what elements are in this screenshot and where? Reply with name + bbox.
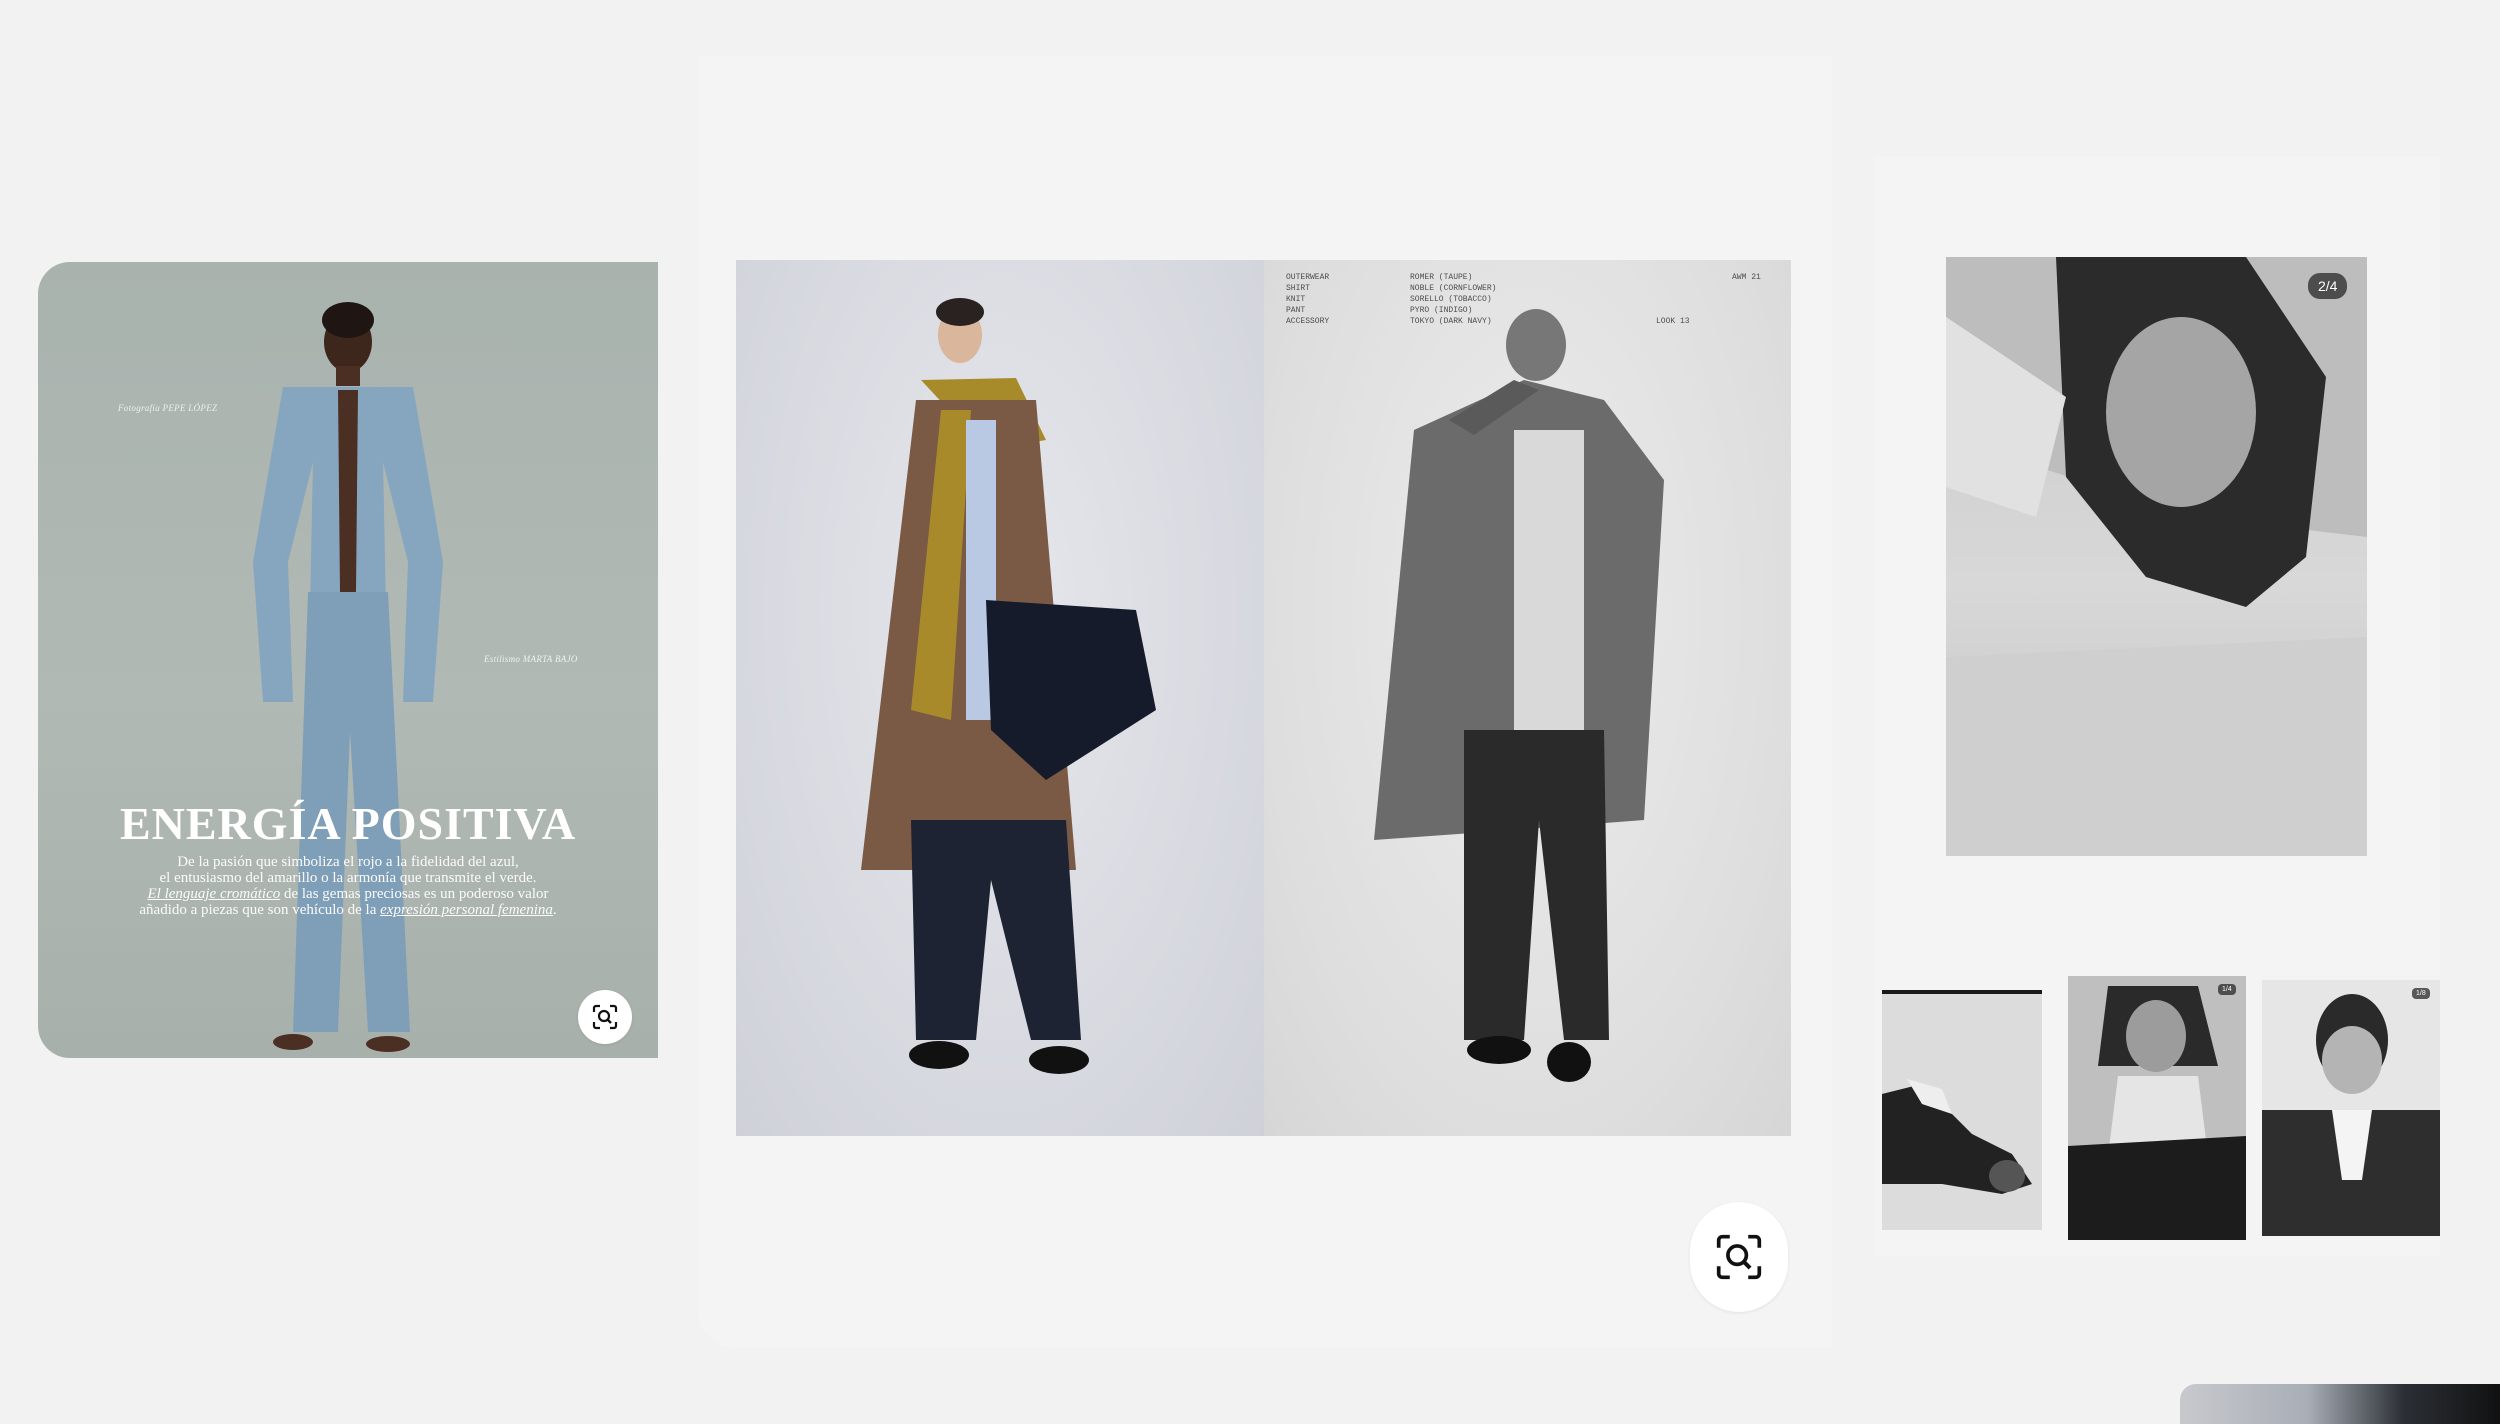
- deck-line: De la pasión que simboliza el rojo a la …: [177, 854, 519, 870]
- garment-spec-values: ROMER (TAUPE) NOBLE (CORNFLOWER) SORELLO…: [1410, 273, 1497, 326]
- thumbnail-count-badge: 1/8: [2412, 988, 2430, 999]
- thumbnail-reclining-pose[interactable]: [1882, 990, 2042, 1230]
- reclining-figure-image: [1882, 1079, 2032, 1194]
- model-covering-face-image: [1374, 309, 1664, 1082]
- deck-emphasis: expresión personal femenina: [380, 902, 553, 918]
- visual-search-button[interactable]: [578, 990, 632, 1044]
- garment-spec-labels: OUTERWEAR SHIRT KNIT PANT ACCESSORY: [1286, 273, 1330, 326]
- deck-line: .: [552, 902, 557, 918]
- lookbook-page-left-image: [736, 260, 1264, 1136]
- visual-search-icon: [592, 1004, 618, 1030]
- model-in-brown-coat-image: [861, 298, 1156, 1074]
- photographer-credit: Fotografía PEPE LÓPEZ: [118, 403, 218, 413]
- portrait-figure-image: [1946, 257, 2367, 856]
- portrait-wet-hair-image[interactable]: 2/4: [1946, 257, 2367, 856]
- seated-figure-image: [2068, 986, 2246, 1240]
- deck-line: de las gemas preciosas es un poderoso va…: [280, 886, 549, 902]
- visual-search-button[interactable]: [1690, 1202, 1788, 1312]
- thumbnail-count-badge: 1/4: [2218, 984, 2236, 995]
- blazer-figure-image: [2262, 994, 2440, 1236]
- article-deck: De la pasión que simboliza el rojo a la …: [118, 854, 578, 918]
- image-counter-badge: 2/4: [2308, 273, 2348, 299]
- deck-line: añadido a piezas que son vehículo de la: [139, 902, 381, 918]
- visual-search-icon: [1716, 1234, 1762, 1280]
- pin-magazine-energia-positiva[interactable]: Fotografía PEPE LÓPEZ Estilismo MARTA BA…: [38, 262, 658, 1058]
- look-number-label: LOOK 13: [1656, 317, 1690, 326]
- lookbook-page-right-image: OUTERWEAR SHIRT KNIT PANT ACCESSORY ROME…: [1264, 260, 1791, 1136]
- article-headline: ENERGÍA POSITIVA: [119, 798, 577, 849]
- deck-line: el entusiasmo del amarillo o la armonía …: [159, 870, 537, 886]
- thumbnail-seated-pose[interactable]: 1/4: [2068, 976, 2246, 1240]
- next-pin-preview[interactable]: [2180, 1384, 2500, 1424]
- season-label: AWM 21: [1732, 273, 1761, 282]
- stylist-credit: Estilismo MARTA BAJO: [484, 654, 578, 664]
- thumbnail-blazer-portrait[interactable]: 1/8: [2262, 980, 2440, 1236]
- deck-emphasis: El lenguaje cromático: [147, 886, 281, 902]
